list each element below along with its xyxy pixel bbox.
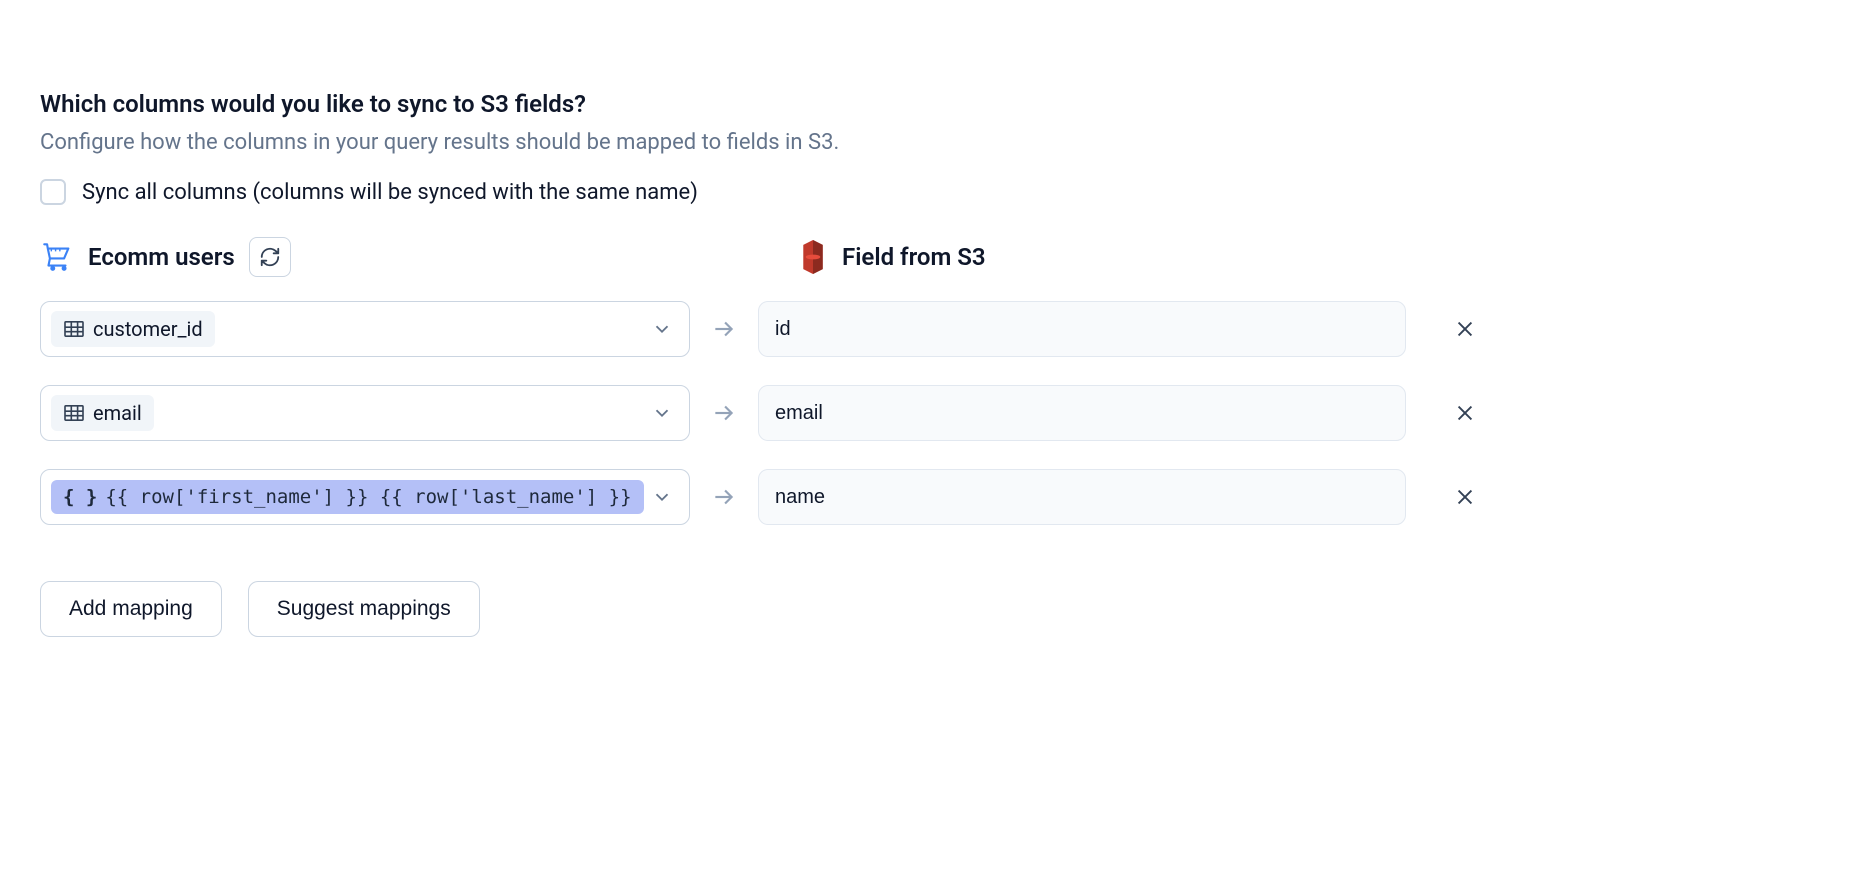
remove-mapping-button[interactable]: [1446, 478, 1484, 516]
arrow-right-icon: [710, 400, 738, 426]
s3-icon: [798, 240, 828, 274]
shopping-cart-icon: [40, 240, 74, 274]
source-title-label: Ecomm users: [88, 243, 235, 271]
chevron-down-icon: [651, 486, 673, 508]
chevron-down-icon: [651, 318, 673, 340]
source-column-select[interactable]: customer_id: [40, 301, 690, 357]
source-column-header: Ecomm users: [40, 237, 690, 277]
table-icon: [63, 404, 85, 422]
dest-title-label: Field from S3: [842, 243, 986, 271]
mapping-row: customer_id: [40, 301, 1823, 357]
column-chip: customer_id: [51, 311, 215, 347]
refresh-icon: [259, 246, 281, 268]
column-chip-label: customer_id: [93, 317, 203, 341]
table-icon: [63, 320, 85, 338]
section-heading: Which columns would you like to sync to …: [40, 90, 1823, 118]
add-mapping-button[interactable]: Add mapping: [40, 581, 222, 637]
remove-mapping-button[interactable]: [1446, 394, 1484, 432]
dest-field-input[interactable]: [758, 385, 1406, 441]
section-subheading: Configure how the columns in your query …: [40, 130, 1823, 155]
dest-field-input[interactable]: [758, 469, 1406, 525]
column-chip: email: [51, 395, 154, 431]
braces-icon: { }: [63, 486, 97, 508]
close-icon: [1454, 402, 1476, 424]
suggest-mappings-button[interactable]: Suggest mappings: [248, 581, 480, 637]
arrow-right-icon: [710, 316, 738, 342]
dest-column-header: Field from S3: [798, 240, 986, 274]
dest-field-input[interactable]: [758, 301, 1406, 357]
sync-all-row: Sync all columns (columns will be synced…: [40, 179, 1823, 205]
close-icon: [1454, 318, 1476, 340]
sync-all-checkbox[interactable]: [40, 179, 66, 205]
chevron-down-icon: [651, 402, 673, 424]
mapping-row: { } {{ row['first_name'] }} {{ row['last…: [40, 469, 1823, 525]
sync-all-label: Sync all columns (columns will be synced…: [82, 180, 698, 205]
arrow-right-icon: [710, 484, 738, 510]
column-chip-label: email: [93, 401, 142, 425]
refresh-button[interactable]: [249, 237, 291, 277]
mapping-headers: Ecomm users Field from S3: [40, 237, 1823, 277]
source-column-select[interactable]: email: [40, 385, 690, 441]
button-row: Add mapping Suggest mappings: [40, 581, 1823, 637]
remove-mapping-button[interactable]: [1446, 310, 1484, 348]
template-chip: { } {{ row['first_name'] }} {{ row['last…: [51, 480, 644, 514]
template-chip-label: {{ row['first_name'] }} {{ row['last_nam…: [105, 486, 631, 508]
close-icon: [1454, 486, 1476, 508]
mapping-row: email: [40, 385, 1823, 441]
source-column-select[interactable]: { } {{ row['first_name'] }} {{ row['last…: [40, 469, 690, 525]
